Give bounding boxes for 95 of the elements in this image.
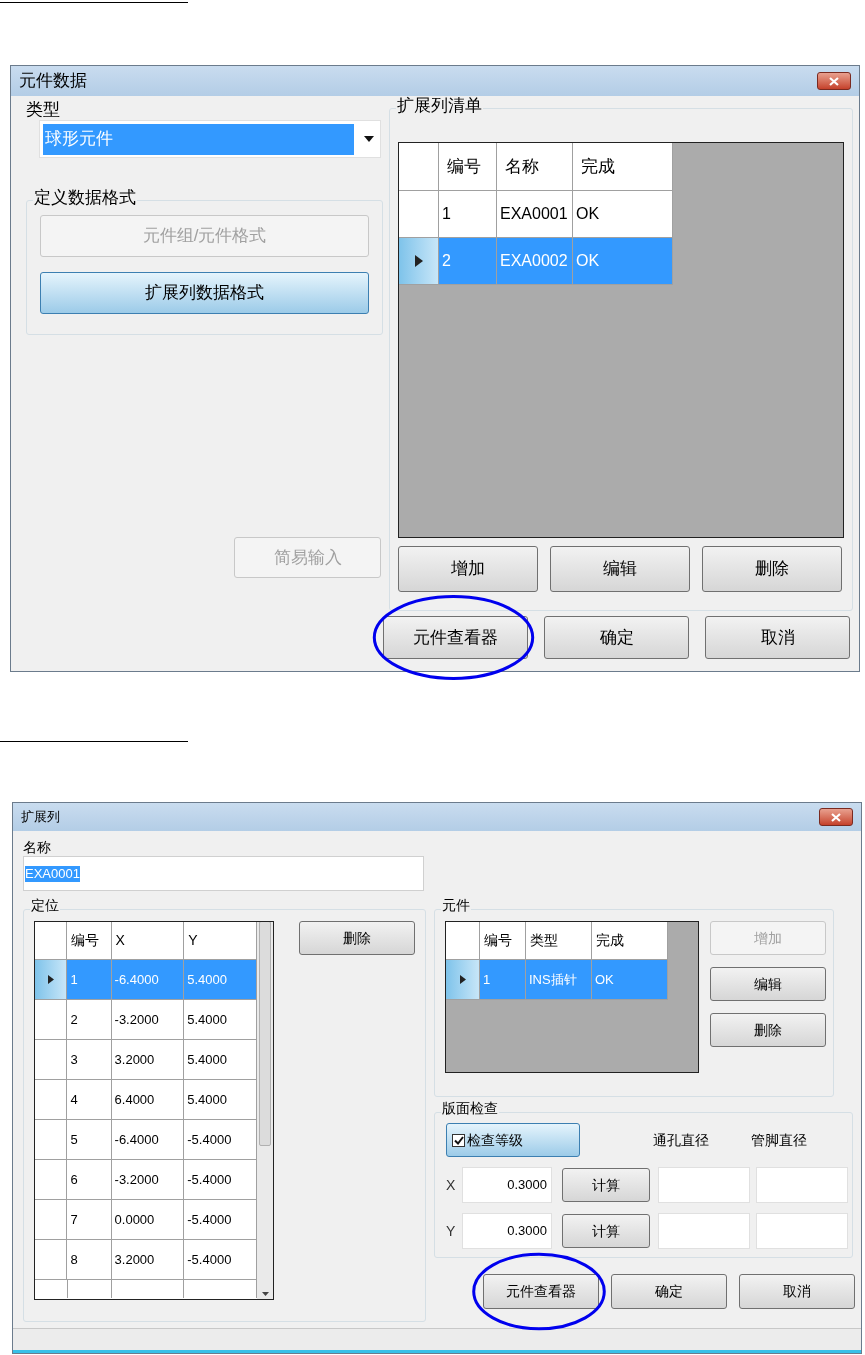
dialog-button[interactable]: 元件查看器 — [383, 616, 528, 659]
column-header[interactable]: 名称 — [497, 143, 573, 191]
table-cell: OK — [573, 238, 673, 285]
row-header[interactable] — [399, 238, 439, 285]
dropdown-value: 球形元件 — [43, 123, 354, 155]
group-title: 版面检查 — [441, 1101, 499, 1115]
table-cell: 7 — [67, 1200, 112, 1240]
column-header[interactable]: Y — [184, 922, 257, 960]
column-header[interactable]: 完成 — [573, 143, 673, 191]
table-cell: 3.2000 — [111, 1040, 185, 1080]
row-pointer-icon — [414, 255, 423, 267]
column-header[interactable]: 编号 — [480, 922, 526, 960]
row-header[interactable] — [35, 960, 68, 1000]
value-field[interactable]: 0.3000 — [462, 1213, 552, 1249]
action-button[interactable]: 确定 — [611, 1274, 727, 1309]
dialog-button[interactable]: 确定 — [544, 616, 689, 659]
close-icon — [829, 76, 839, 86]
table-cell: 2 — [67, 1000, 112, 1040]
row-pointer-icon — [47, 975, 54, 984]
input-field[interactable] — [756, 1213, 848, 1249]
table-cell: EXA0001 — [497, 191, 573, 238]
table-cell: -3.2000 — [111, 1000, 185, 1040]
table-cell: 5.4000 — [184, 1040, 257, 1080]
table-cell: 5.4000 — [184, 1080, 257, 1120]
table-cell: 5.4000 — [184, 1000, 257, 1040]
group-title: 元件 — [441, 898, 471, 912]
table-cell: -6.4000 — [111, 960, 185, 1000]
field-value: EXA0001 — [25, 865, 80, 882]
dropdown-caret-icon — [364, 136, 374, 142]
group-title: 定义数据格式 — [33, 189, 137, 206]
table-cell: -6.4000 — [111, 1120, 185, 1160]
table-cell: 8 — [67, 1240, 112, 1280]
window-title: 扩展列 — [21, 808, 60, 827]
dialog-button[interactable]: 增加 — [398, 546, 538, 592]
table-cell: 3.2000 — [111, 1240, 185, 1280]
column-header[interactable]: 编号 — [67, 922, 112, 960]
dialog-button[interactable]: 取消 — [705, 616, 850, 659]
window-title: 元件数据 — [19, 70, 87, 93]
column-header[interactable]: 编号 — [439, 143, 497, 191]
table-cell: 6 — [67, 1160, 112, 1200]
table-cell: 1 — [439, 191, 497, 238]
scrollbar-thumb[interactable] — [259, 922, 271, 1146]
axis-label: Y — [446, 1221, 457, 1241]
input-field[interactable] — [658, 1167, 750, 1203]
dialog-button[interactable]: 扩展列数据格式 — [40, 272, 369, 314]
table-cell: -5.4000 — [184, 1200, 257, 1240]
close-button[interactable] — [819, 808, 853, 826]
field-label: 类型 — [26, 100, 61, 120]
dialog-button[interactable]: 编辑 — [550, 546, 690, 592]
checkbox[interactable] — [452, 1133, 465, 1147]
table-cell: 6.4000 — [111, 1080, 185, 1120]
column-header[interactable]: 完成 — [592, 922, 668, 960]
close-icon — [831, 812, 841, 822]
table-cell: OK — [592, 960, 668, 1000]
close-button[interactable] — [817, 72, 851, 90]
field-label: 名称 — [23, 838, 52, 856]
action-button[interactable]: 计算 — [562, 1214, 650, 1248]
table-cell: 3 — [67, 1040, 112, 1080]
group-title: 定位 — [30, 898, 60, 912]
value-field[interactable]: 0.3000 — [462, 1167, 552, 1203]
table-cell: 4 — [67, 1080, 112, 1120]
scrollbar[interactable] — [257, 922, 273, 1299]
column-label: 通孔直径 — [652, 1130, 710, 1150]
scroll-down-icon — [261, 1292, 269, 1296]
input-field[interactable] — [658, 1213, 750, 1249]
column-header[interactable]: 类型 — [526, 922, 592, 960]
table-cell: 5.4000 — [184, 960, 257, 1000]
axis-label: X — [446, 1175, 457, 1195]
table-cell: -5.4000 — [184, 1240, 257, 1280]
dialog-button[interactable]: 删除 — [702, 546, 842, 592]
row-pointer-icon — [459, 975, 466, 984]
table-cell: -5.4000 — [184, 1120, 257, 1160]
table-cell: 2 — [439, 238, 497, 285]
table-cell: 1 — [67, 960, 112, 1000]
check-level-toggle[interactable]: 检查等级 — [446, 1123, 580, 1157]
action-button[interactable]: 计算 — [562, 1168, 650, 1202]
table-cell: -5.4000 — [184, 1160, 257, 1200]
action-button[interactable]: 删除 — [710, 1013, 826, 1047]
action-button[interactable]: 取消 — [739, 1274, 855, 1309]
table-cell: 1 — [480, 960, 526, 1000]
action-button[interactable]: 删除 — [299, 921, 415, 955]
action-button[interactable]: 元件查看器 — [483, 1274, 599, 1309]
table-cell: EXA0002 — [497, 238, 573, 285]
table-cell: 5 — [67, 1120, 112, 1160]
group-title: 扩展列清单 — [396, 97, 483, 114]
table-cell: OK — [573, 191, 673, 238]
table-cell: 0.0000 — [111, 1200, 185, 1240]
input-field[interactable] — [756, 1167, 848, 1203]
action-button[interactable]: 编辑 — [710, 967, 826, 1001]
checkmark-icon — [453, 1135, 464, 1145]
column-label: 管脚直径 — [750, 1130, 808, 1150]
column-header[interactable]: X — [111, 922, 185, 960]
table-cell: INS插针 — [526, 960, 592, 1000]
checkbox-label: 检查等级 — [467, 1130, 523, 1150]
table-cell: -3.2000 — [111, 1160, 185, 1200]
